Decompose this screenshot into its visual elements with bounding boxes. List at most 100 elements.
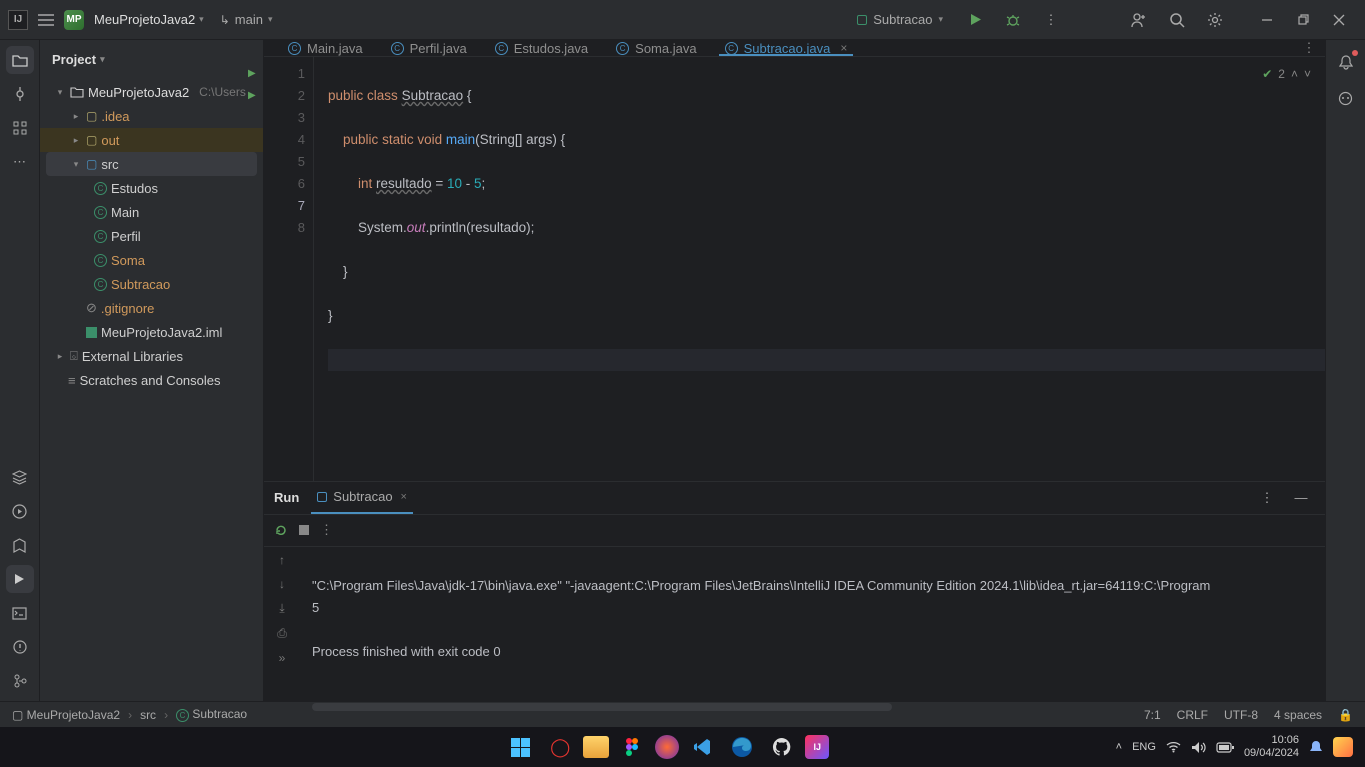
code-with-me-icon[interactable] <box>1125 6 1153 34</box>
run-more-icon[interactable]: ⋮ <box>320 522 333 538</box>
tree-item-idea[interactable]: ▸ ▢ .idea <box>40 104 263 128</box>
breadcrumb-item[interactable]: ▢ MeuProjetoJava2 <box>12 708 120 722</box>
git-tool-icon[interactable] <box>6 667 34 695</box>
maximize-button[interactable] <box>1285 6 1321 34</box>
commit-tool-icon[interactable] <box>6 80 34 108</box>
editor-tab-main[interactable]: CMain.java <box>274 40 377 56</box>
terminal-tool-icon[interactable] <box>6 599 34 627</box>
notifications-icon[interactable] <box>1332 48 1360 76</box>
tree-item-class[interactable]: C Estudos <box>40 176 263 200</box>
tree-item-out[interactable]: ▸ ▢ out <box>40 128 263 152</box>
start-button[interactable] <box>503 730 537 764</box>
breadcrumb-item[interactable]: src <box>140 708 156 722</box>
editor-tab-soma[interactable]: CSoma.java <box>602 40 710 56</box>
tree-item-src[interactable]: ▾ ▢ src <box>46 152 257 176</box>
readonly-lock-icon[interactable]: 🔒 <box>1338 708 1353 722</box>
tree-item-class[interactable]: C Subtracao <box>40 272 263 296</box>
git-branch[interactable]: ↳ main ▾ <box>220 12 273 27</box>
scrollbar[interactable] <box>312 703 892 711</box>
tree-item-class[interactable]: C Soma <box>40 248 263 272</box>
more-tools-icon[interactable]: ⋯ <box>6 148 34 176</box>
taskbar-app-vscode[interactable] <box>685 730 719 764</box>
expand-icon[interactable]: ▸ <box>54 351 66 362</box>
run-tab[interactable]: Subtracao × <box>311 482 413 514</box>
structure-tool-icon[interactable] <box>6 114 34 142</box>
project-selector[interactable]: MeuProjetoJava2 ▾ <box>94 12 204 27</box>
taskbar-app-intellij[interactable]: IJ <box>805 735 829 759</box>
project-tool-icon[interactable] <box>6 46 34 74</box>
folder-icon: ▢ <box>86 133 97 147</box>
tray-language[interactable]: ENG <box>1132 741 1156 753</box>
expand-icon[interactable]: ▾ <box>70 159 82 170</box>
breadcrumb-item[interactable]: C Subtracao <box>176 707 247 722</box>
minimize-button[interactable] <box>1249 6 1285 34</box>
services-tool-icon[interactable] <box>6 463 34 491</box>
debug-button[interactable] <box>999 6 1027 34</box>
tree-label: Scratches and Consoles <box>80 373 221 388</box>
taskbar-app-opera[interactable]: ◯ <box>543 730 577 764</box>
run-active-tool-icon[interactable] <box>6 565 34 593</box>
close-tab-icon[interactable]: × <box>840 41 847 55</box>
class-icon: C <box>495 42 508 55</box>
rerun-button[interactable] <box>274 523 288 537</box>
taskbar-app-github[interactable] <box>765 730 799 764</box>
code-content[interactable]: public class Subtracao { public static v… <box>314 57 1325 481</box>
soft-wrap-icon[interactable]: ⤓ <box>279 601 284 616</box>
main-menu-icon[interactable] <box>38 6 54 34</box>
run-gutter-icon[interactable]: ▶ <box>248 85 256 107</box>
tabs-more-icon[interactable]: ⋮ <box>1293 40 1325 56</box>
battery-icon[interactable] <box>1216 742 1234 753</box>
editor-tab-subtracao[interactable]: CSubtracao.java× <box>711 40 862 56</box>
tree-item-gitignore[interactable]: ⊘ .gitignore <box>40 296 263 320</box>
file-icon <box>86 327 97 338</box>
more-actions-icon[interactable]: ⋮ <box>1037 6 1065 34</box>
up-stack-icon[interactable]: ↑ <box>279 553 285 567</box>
tray-clock[interactable]: 10:06 09/04/2024 <box>1244 734 1299 760</box>
bookmark-tool-icon[interactable] <box>6 531 34 559</box>
tree-item-class[interactable]: C Perfil <box>40 224 263 248</box>
project-panel-header[interactable]: Project ▾ <box>40 40 263 78</box>
problems-tool-icon[interactable] <box>6 633 34 661</box>
expand-icon[interactable]: » <box>279 651 286 665</box>
close-icon[interactable]: × <box>401 491 407 503</box>
expand-icon[interactable]: ▸ <box>70 111 82 122</box>
volume-icon[interactable] <box>1191 741 1206 754</box>
settings-icon[interactable] <box>1201 6 1229 34</box>
print-icon[interactable]: ⎙ <box>277 626 287 641</box>
taskbar-app[interactable] <box>655 735 679 759</box>
nav-down-icon[interactable]: ˅ <box>1304 63 1311 85</box>
expand-icon[interactable]: ▸ <box>70 135 82 146</box>
run-button[interactable] <box>961 6 989 34</box>
expand-icon[interactable]: ▾ <box>54 87 66 98</box>
tree-root[interactable]: ▾ MeuProjetoJava2 C:\Users <box>40 80 263 104</box>
run-output[interactable]: "C:\Program Files\Java\jdk-17\bin\java.e… <box>300 547 1325 713</box>
ai-assistant-icon[interactable] <box>1332 84 1360 112</box>
editor-indicators[interactable]: ✔ 2 ˄ ˅ <box>1262 63 1311 85</box>
taskbar-app-edge[interactable] <box>725 730 759 764</box>
stop-button[interactable] <box>298 524 310 536</box>
tree-item-iml[interactable]: MeuProjetoJava2.iml <box>40 320 263 344</box>
class-icon: C <box>391 42 404 55</box>
run-more-icon[interactable]: ⋮ <box>1253 484 1281 512</box>
editor-tab-perfil[interactable]: CPerfil.java <box>377 40 481 56</box>
tree-item-scratches[interactable]: ≡ Scratches and Consoles <box>40 368 263 392</box>
taskbar-app-explorer[interactable] <box>583 736 609 758</box>
tree-label: Subtracao <box>111 277 170 292</box>
search-icon[interactable] <box>1163 6 1191 34</box>
tree-item-class[interactable]: C Main <box>40 200 263 224</box>
wifi-icon[interactable] <box>1166 741 1181 753</box>
notification-center-icon[interactable] <box>1309 740 1323 755</box>
hide-run-icon[interactable]: — <box>1287 484 1315 512</box>
tray-app-icon[interactable] <box>1333 737 1353 757</box>
editor-tab-estudos[interactable]: CEstudos.java <box>481 40 602 56</box>
nav-up-icon[interactable]: ˄ <box>1291 63 1298 85</box>
taskbar-app-figma[interactable] <box>615 730 649 764</box>
code-editor[interactable]: ▶1 ▶2 3 4 5 6 7 8 public class Subtracao… <box>264 57 1325 481</box>
close-button[interactable] <box>1321 6 1357 34</box>
tree-item-ext-libs[interactable]: ▸ ⌺ External Libraries <box>40 344 263 368</box>
tray-chevron-icon[interactable]: ˄ <box>1116 741 1122 753</box>
down-stack-icon[interactable]: ↓ <box>279 577 285 591</box>
run-gutter-icon[interactable]: ▶ <box>248 63 256 85</box>
run-tool-icon[interactable] <box>6 497 34 525</box>
run-config-selector[interactable]: Subtracao ▾ <box>849 9 951 30</box>
